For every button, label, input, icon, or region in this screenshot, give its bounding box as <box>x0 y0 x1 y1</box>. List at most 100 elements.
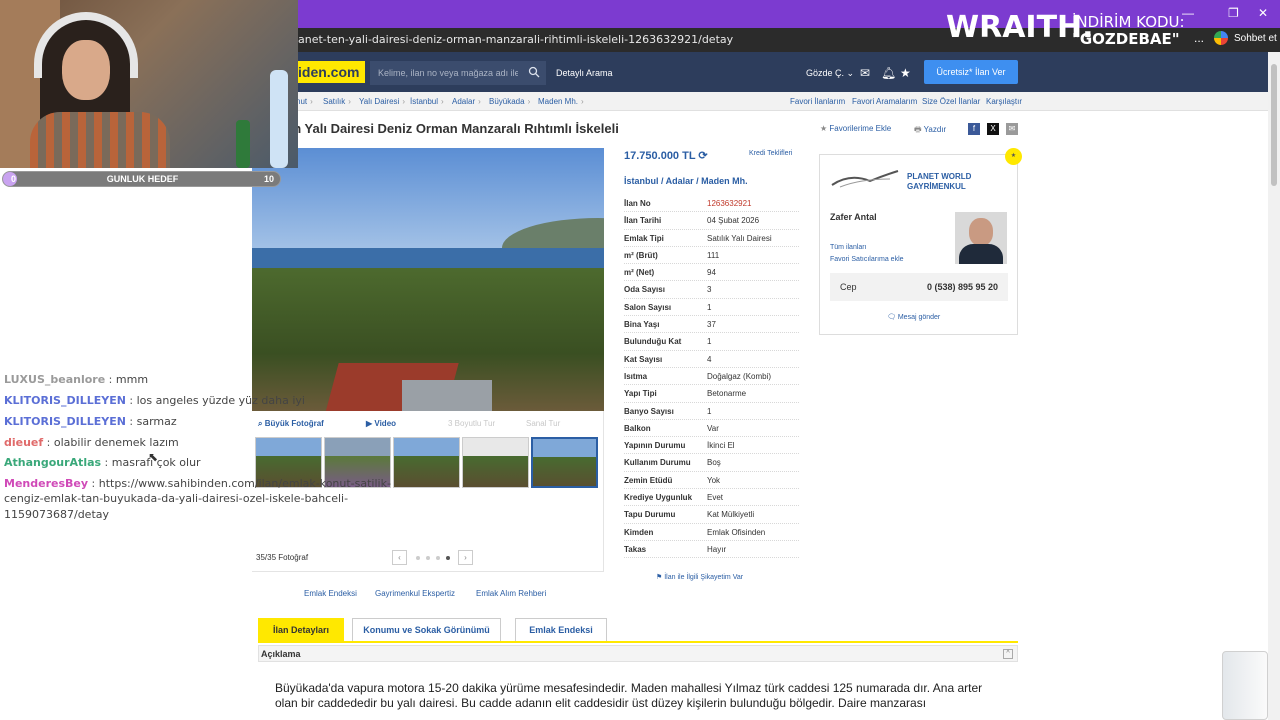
special-listings-link[interactable]: Size Özel İlanlar <box>922 97 980 106</box>
info-key: İlan Tarihi <box>624 216 662 226</box>
advanced-search-link[interactable]: Detaylı Arama <box>556 68 613 78</box>
breadcrumb-item[interactable]: İstanbul › <box>410 97 444 106</box>
info-value: 4 <box>707 354 712 364</box>
magnifier-icon: ⌕ <box>258 419 263 428</box>
search-icon[interactable] <box>528 66 540 78</box>
post-listing-button[interactable]: Ücretsiz* İlan Ver <box>924 60 1018 84</box>
chat-text: 1159073687/detay <box>4 508 110 521</box>
chat-text: https://www.sahibinden.com/ilan/emlak-ko… <box>98 477 391 490</box>
tab-location-street[interactable]: Konumu ve Sokak Görünümü <box>352 618 501 642</box>
site-header: iden.com Kelime, ilan no veya mağaza adı… <box>252 52 1268 92</box>
add-favorite-button[interactable]: ★ Favorilerime Ekle <box>820 124 891 133</box>
all-listings-link[interactable]: Tüm ilanları <box>830 244 867 251</box>
info-key: Bina Yaşı <box>624 320 660 330</box>
bell-icon[interactable]: 🔔︎ <box>881 66 896 80</box>
appraisal-link[interactable]: Gayrimenkul Ekspertiz <box>375 589 455 598</box>
info-row: İlan Tarihi 04 Şubat 2026 <box>624 212 799 230</box>
email-share-icon[interactable]: ✉ <box>1006 123 1018 135</box>
pager-dot[interactable] <box>416 556 420 560</box>
breadcrumb-item[interactable]: Adalar › <box>452 97 481 106</box>
photo-toolbar: ⌕ Büyük Fotoğraf ▶ Video 3 Boyutlu Tur S… <box>252 413 604 433</box>
listing-location[interactable]: İstanbul / Adalar / Maden Mh. <box>624 176 748 186</box>
site-logo[interactable]: iden.com <box>296 61 366 83</box>
collapse-icon[interactable]: ^ <box>1003 649 1013 659</box>
badge-icon: ★ <box>1005 148 1022 165</box>
info-key: Oda Sayısı <box>624 285 665 295</box>
chat-username[interactable]: KLITORIS_DILLEYEN <box>4 415 126 428</box>
prev-photo-button[interactable]: ‹ <box>392 550 407 565</box>
big-photo-button[interactable]: ⌕ Büyük Fotoğraf <box>258 419 324 429</box>
tab-real-estate-index[interactable]: Emlak Endeksi <box>515 618 607 642</box>
webcam-feed <box>0 0 298 168</box>
pager-dot[interactable] <box>426 556 430 560</box>
favorite-listings-link[interactable]: Favori İlanlarım <box>790 97 845 106</box>
info-key: Krediye Uygunluk <box>624 493 693 503</box>
message-icon: 🗨︎ <box>887 314 896 321</box>
close-icon[interactable]: ✕ <box>1258 6 1268 20</box>
user-menu[interactable]: Gözde Ç. ⌄ <box>806 68 854 79</box>
buying-guide-link[interactable]: Emlak Alım Rehberi <box>476 589 546 598</box>
chat-username[interactable]: LUXUS_beanlore <box>4 373 105 386</box>
info-key: Bulunduğu Kat <box>624 337 682 347</box>
breadcrumb-item[interactable]: Satılık › <box>323 97 351 106</box>
favorite-searches-link[interactable]: Favori Aramalarım <box>852 97 917 106</box>
search-input[interactable]: Kelime, ilan no veya mağaza adı ile ara <box>370 61 546 85</box>
chat-app-icon <box>1214 31 1228 45</box>
phone-number[interactable]: 0 (538) 895 95 20 <box>927 282 998 292</box>
chat-username[interactable]: KLITORIS_DILLEYEN <box>4 394 126 407</box>
chat-text: los angeles yüzde yüz daha iyi <box>136 394 305 407</box>
loan-offers-link[interactable]: Kredi Teklifleri <box>749 150 792 157</box>
thumbnail[interactable] <box>393 437 460 488</box>
video-button[interactable]: ▶ Video <box>366 419 396 428</box>
breadcrumb-item[interactable]: Büyükada › <box>489 97 530 106</box>
glass-overlay <box>1222 651 1268 720</box>
favorite-seller-link[interactable]: Favori Satıcılarıma ekle <box>830 256 904 263</box>
next-photo-button[interactable]: › <box>458 550 473 565</box>
x-twitter-icon[interactable]: X <box>987 123 999 135</box>
breadcrumb-item[interactable]: Maden Mh. › <box>538 97 584 106</box>
promo-code: "GOZDEBAE" <box>1072 30 1180 48</box>
info-row: Kimden Emlak Ofisinden <box>624 524 799 541</box>
price-history-icon[interactable]: ⟳ <box>698 150 707 162</box>
info-row: Banyo Sayısı 1 <box>624 403 799 420</box>
chat-button[interactable]: Sohbet et <box>1214 31 1277 45</box>
mail-icon[interactable]: ✉ <box>860 66 870 80</box>
info-key: Kimden <box>624 527 654 537</box>
chat-message: cengiz-emlak-tan-buyukada-da-yali-daires… <box>4 492 348 505</box>
star-icon[interactable]: ★ <box>900 66 911 80</box>
flag-icon: ⚑ <box>656 574 663 581</box>
pager-dot-active[interactable] <box>446 556 450 560</box>
info-row: Oda Sayısı 3 <box>624 281 799 299</box>
chat-username[interactable]: dieuef <box>4 436 43 449</box>
thumbnail-selected[interactable] <box>531 437 598 488</box>
url-text[interactable]: anet-ten-yali-dairesi-deniz-orman-manzar… <box>298 33 733 46</box>
breadcrumb: nut › Satılık › Yalı Dairesi › İstanbul › Ad… <box>252 92 1268 111</box>
breadcrumb-item[interactable]: nut › <box>296 97 313 106</box>
report-listing-link[interactable]: ⚑ İlan ile İlgili Şikayetim Var <box>656 573 743 581</box>
tab-listing-details[interactable]: İlan Detayları <box>258 618 344 642</box>
facebook-icon[interactable]: f <box>968 123 980 135</box>
breadcrumb-item[interactable]: Yalı Dairesi › <box>359 97 405 106</box>
chat-text: sarmaz <box>136 415 177 428</box>
info-row: Zemin Etüdü Yok <box>624 472 799 490</box>
scroll-thumb[interactable] <box>1271 64 1277 186</box>
thumbnail[interactable] <box>462 437 529 488</box>
seller-brand[interactable]: PLANET WORLD GAYRİMENKUL <box>907 172 971 192</box>
scrollbar[interactable] <box>1268 52 1280 720</box>
maximize-icon[interactable]: ❐ <box>1228 6 1239 20</box>
compare-link[interactable]: Karşılaştır <box>986 97 1022 106</box>
send-message-button[interactable]: 🗨︎ Mesaj gönder <box>887 313 940 321</box>
pager-dot[interactable] <box>436 556 440 560</box>
info-value: 94 <box>707 268 716 278</box>
more-menu-icon[interactable]: ... <box>1194 31 1204 45</box>
main-photo[interactable] <box>252 148 604 411</box>
chat-username[interactable]: MenderesBey <box>4 477 88 490</box>
print-button[interactable]: 🖶 Yazdır <box>914 124 946 138</box>
chat-username[interactable]: AthangourAtlas <box>4 456 101 469</box>
info-key: Kullanım Durumu <box>624 458 691 468</box>
chat-message: KLITORIS_DILLEYEN : los angeles yüzde yü… <box>4 394 305 407</box>
phone-box: Cep 0 (538) 895 95 20 <box>830 273 1008 301</box>
planet-world-logo[interactable] <box>830 167 900 191</box>
real-estate-index-link[interactable]: Emlak Endeksi <box>304 589 357 598</box>
stream-chat-panel: LUXUS_beanlore : mmm KLITORIS_DILLEYEN : … <box>0 190 391 720</box>
